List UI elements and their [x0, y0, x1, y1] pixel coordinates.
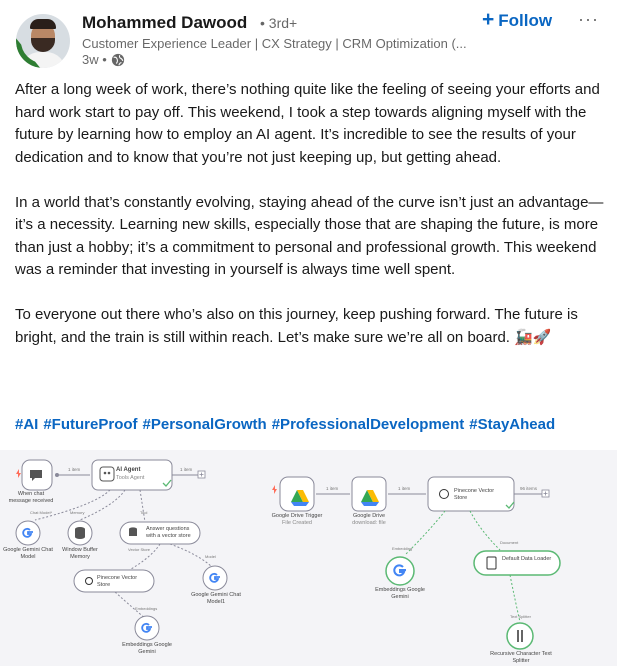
connector-label: Model: [205, 554, 216, 559]
post-body: After a long week of work, there’s nothi…: [15, 79, 610, 372]
workflow-image[interactable]: 1 item 1 item 1 item 1 item 96 items Cha…: [0, 450, 617, 666]
chat-trigger-node: [16, 459, 59, 491]
google-drive-node: [351, 476, 387, 512]
edge-label: 1 item: [68, 467, 81, 472]
connector-label: Chat Model*: [30, 510, 52, 515]
gemini-chat-model-node: [15, 520, 41, 546]
node-label: Embeddings Google Gemini: [122, 642, 172, 655]
node-label: Google Gemini Chat Model1: [191, 592, 241, 605]
node-label: Pinecone Vector Store: [97, 575, 138, 588]
hashtag-list: #AI #FutureProof #PersonalGrowth #Profes…: [15, 416, 555, 433]
author-name[interactable]: Mohammed Dawood: [82, 13, 247, 33]
follow-button[interactable]: + Follow: [482, 8, 552, 34]
post-paragraph: After a long week of work, there’s nothi…: [15, 81, 600, 166]
connector-label: Document: [500, 540, 519, 545]
node-title: AI Agent: [116, 467, 141, 473]
hashtag-link[interactable]: #StayAhead: [469, 416, 555, 433]
hashtag-link[interactable]: #ProfessionalDevelopment: [272, 416, 465, 433]
connector-label: Tool: [140, 510, 147, 515]
more-options-button[interactable]: ···: [578, 9, 599, 30]
post-paragraph: To everyone out there who’s also on this…: [15, 306, 578, 346]
text-splitter-node: [506, 622, 534, 650]
node-label: Embeddings Google Gemini: [375, 587, 425, 600]
connector-label: Text Splitter: [510, 614, 532, 619]
connector-label: Embeddings: [135, 606, 157, 611]
embeddings-gemini-node: [134, 615, 160, 641]
post-time: 3w •: [82, 52, 107, 67]
connection-degree: • 3rd+: [260, 15, 298, 31]
node-label: Default Data Loader: [502, 556, 552, 562]
connector-label: Embedding: [392, 546, 412, 551]
hashtag-link[interactable]: #AI: [15, 416, 38, 433]
node-label: Google Drive Trigger: [271, 513, 323, 519]
node-label: Answer questions with a vector store: [146, 526, 191, 539]
edge-label: 1 item: [180, 467, 193, 472]
post-meta: 3w •: [82, 52, 125, 67]
avatar[interactable]: [16, 14, 70, 68]
default-data-loader-node: [473, 550, 561, 576]
node-subtitle: download: file: [352, 520, 386, 526]
gemini-chat-model1-node: [202, 565, 228, 591]
embeddings-right-node: [385, 556, 415, 586]
follow-label: Follow: [498, 11, 553, 30]
window-buffer-memory-node: [67, 520, 93, 546]
node-label: Window Buffer Memory: [62, 547, 98, 560]
edge-label: 1 item: [398, 486, 411, 491]
hashtag-link[interactable]: #PersonalGrowth: [143, 416, 267, 433]
globe-icon: [111, 53, 124, 66]
avatar-hair: [30, 19, 56, 29]
node-label: Pinecone Vector Store: [454, 488, 495, 501]
node-label: Google Drive: [352, 513, 386, 519]
node-label: When chat message received: [8, 491, 54, 504]
post-paragraph: In a world that’s constantly evolving, s…: [15, 193, 604, 279]
edge-label: 96 items: [520, 486, 538, 491]
node-label: Recursive Character Text Splitter: [490, 651, 552, 664]
drive-trigger-node: [272, 476, 315, 512]
node-label: Google Gemini Chat Model: [3, 547, 53, 560]
node-subtitle: Tools Agent: [116, 475, 145, 481]
connector-label: Vector Store: [128, 547, 151, 552]
connector-label: Memory: [70, 510, 84, 515]
author-headline: Customer Experience Leader | CX Strategy…: [82, 36, 467, 51]
hashtag-link[interactable]: #FutureProof: [43, 416, 137, 433]
edge-label: 1 item: [326, 486, 339, 491]
node-subtitle: File Created: [282, 520, 312, 526]
avatar-beard: [31, 38, 55, 52]
plus-icon: +: [482, 8, 495, 31]
